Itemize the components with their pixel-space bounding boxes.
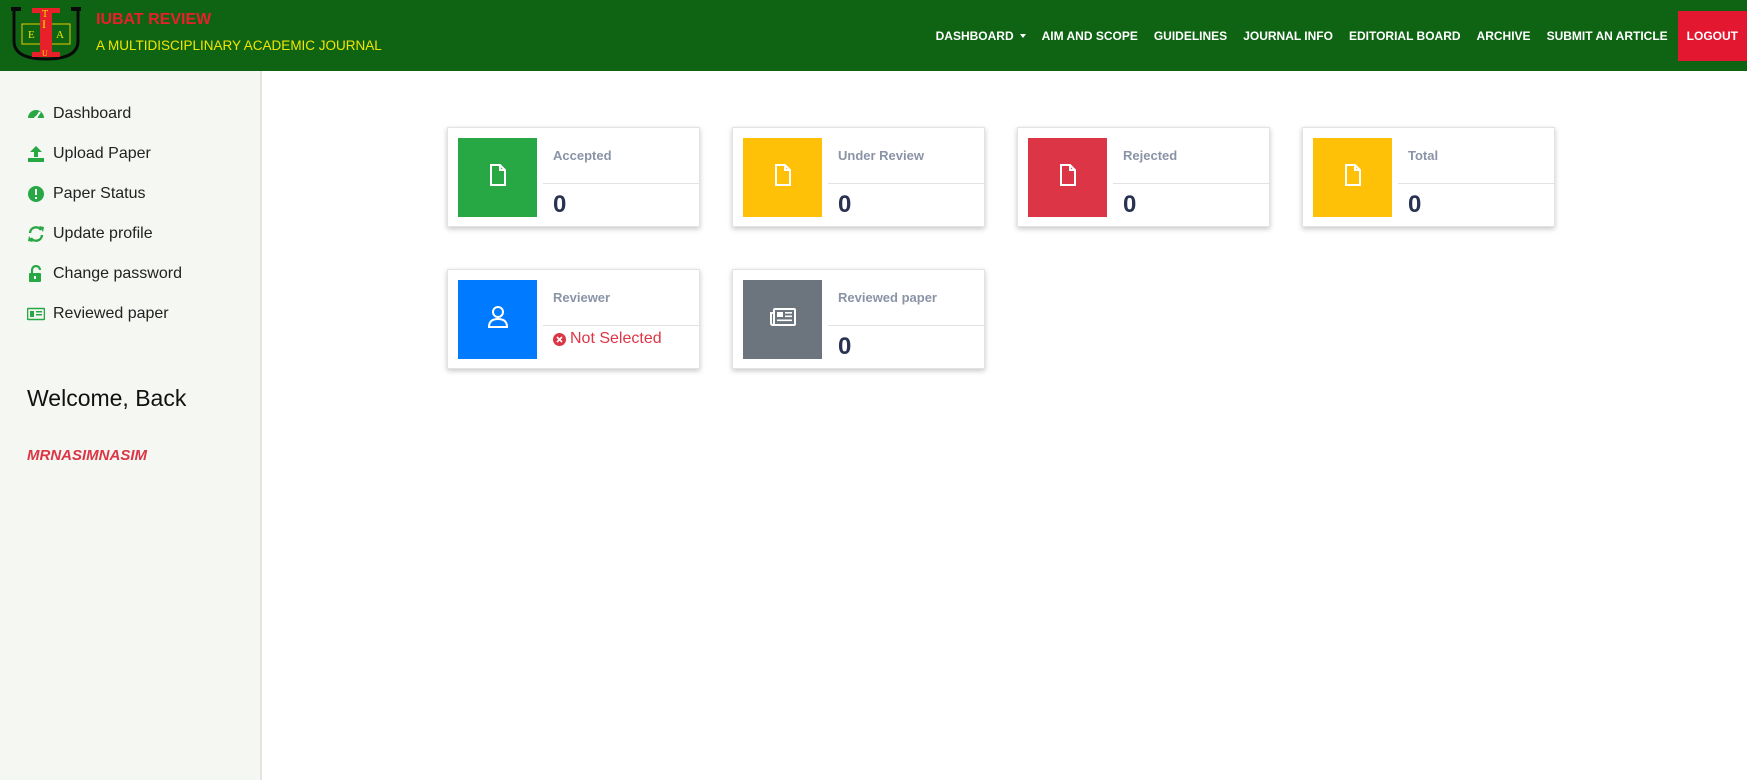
sidebar-item-dashboard[interactable]: Dashboard	[27, 105, 131, 123]
card-label: Rejected	[1123, 148, 1178, 163]
card-divider	[828, 183, 984, 184]
card-icon-box	[743, 280, 822, 359]
nav-guidelines[interactable]: GUIDELINES	[1146, 0, 1235, 71]
card-divider	[1398, 183, 1554, 184]
caret-down-icon	[1019, 33, 1026, 38]
nav-editorial-board[interactable]: EDITORIAL BOARD	[1341, 0, 1469, 71]
unlock-icon	[27, 265, 45, 283]
file-icon	[1344, 164, 1362, 191]
user-icon	[487, 305, 509, 334]
nav-journal-info[interactable]: JOURNAL INFO	[1235, 0, 1341, 71]
sidebar-item-label: Paper Status	[53, 185, 146, 202]
sidebar-item-reviewed-paper[interactable]: Reviewed paper	[27, 305, 169, 323]
reviewer-status: Not Selected	[553, 330, 662, 348]
tachometer-icon	[27, 105, 45, 123]
file-icon	[1059, 164, 1077, 191]
sidebar-item-label: Update profile	[53, 225, 153, 242]
times-circle-icon	[553, 332, 566, 346]
brand-title[interactable]: IUBAT REVIEW	[96, 11, 211, 29]
nav-aim-and-scope[interactable]: AIM AND SCOPE	[1034, 0, 1146, 71]
card-divider	[1113, 183, 1269, 184]
file-icon	[774, 164, 792, 191]
card-value: 0	[838, 333, 852, 360]
card-accepted[interactable]: Accepted 0	[447, 127, 700, 227]
card-icon-box	[1313, 138, 1392, 217]
logo-letter-t: T	[42, 9, 48, 20]
card-value: 0	[553, 191, 567, 218]
sidebar-item-update-profile[interactable]: Update profile	[27, 225, 153, 243]
main-nav: DASHBOARD AIM AND SCOPE GUIDELINES JOURN…	[928, 0, 1747, 71]
card-icon-box	[743, 138, 822, 217]
sidebar-item-paper-status[interactable]: Paper Status	[27, 185, 146, 203]
iubat-logo[interactable]: E I T A U	[10, 5, 82, 61]
username-label: MRNASIMNASIM	[27, 447, 147, 464]
card-divider	[543, 325, 699, 326]
card-reviewed-paper[interactable]: Reviewed paper 0	[732, 269, 985, 369]
card-label: Reviewed paper	[838, 290, 937, 305]
upload-icon	[27, 145, 45, 163]
card-value: 0	[1123, 191, 1137, 218]
card-under-review[interactable]: Under Review 0	[732, 127, 985, 227]
card-reviewer[interactable]: Reviewer Not Selected	[447, 269, 700, 369]
newspaper-icon	[769, 307, 796, 332]
sidebar-item-label: Upload Paper	[53, 145, 151, 162]
sidebar-item-change-password[interactable]: Change password	[27, 265, 182, 283]
exclamation-circle-icon	[27, 185, 45, 203]
card-rejected[interactable]: Rejected 0	[1017, 127, 1270, 227]
nav-archive[interactable]: ARCHIVE	[1469, 0, 1539, 71]
card-divider	[828, 325, 984, 326]
card-label: Reviewer	[553, 290, 611, 305]
card-total[interactable]: Total 0	[1302, 127, 1555, 227]
refresh-icon	[27, 225, 45, 243]
logout-button[interactable]: LOGOUT	[1677, 10, 1747, 61]
card-icon-box	[458, 138, 537, 217]
card-label: Accepted	[553, 148, 612, 163]
welcome-heading: Welcome, Back	[27, 385, 187, 411]
id-card-icon	[27, 305, 45, 323]
nav-dashboard-label: DASHBOARD	[935, 28, 1014, 43]
sidebar-item-label: Reviewed paper	[53, 305, 169, 322]
top-navbar: E I T A U IUBAT REVIEW A MULTIDISCIPLINA…	[0, 0, 1747, 71]
logo-letter-u: U	[42, 49, 48, 58]
brand-subtitle: A MULTIDISCIPLINARY ACADEMIC JOURNAL	[96, 38, 382, 53]
card-icon-box	[458, 280, 537, 359]
card-value: 0	[838, 191, 852, 218]
card-label: Total	[1408, 148, 1439, 163]
logo-letter-a: A	[56, 29, 64, 41]
card-icon-box	[1028, 138, 1107, 217]
logo-letter-e: E	[28, 29, 35, 41]
nav-submit-article[interactable]: SUBMIT AN ARTICLE	[1539, 0, 1676, 71]
sidebar-item-label: Dashboard	[53, 105, 132, 122]
nav-dashboard[interactable]: DASHBOARD	[928, 0, 1034, 71]
sidebar-item-label: Change password	[53, 265, 182, 282]
sidebar-item-upload-paper[interactable]: Upload Paper	[27, 145, 151, 163]
card-divider	[543, 183, 699, 184]
card-value: 0	[1408, 191, 1422, 218]
reviewer-status-text: Not Selected	[570, 330, 662, 347]
card-label: Under Review	[838, 148, 924, 163]
file-icon	[489, 164, 507, 191]
sidebar: Dashboard Upload Paper Paper Status Upda…	[0, 71, 262, 780]
